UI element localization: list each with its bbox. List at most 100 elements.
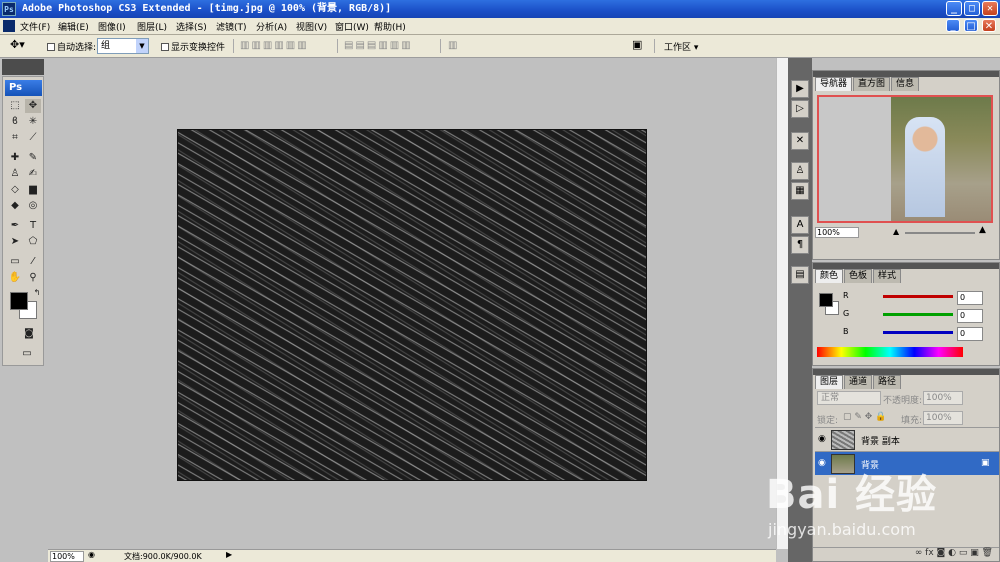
tab-styles[interactable]: 样式 [873, 269, 902, 283]
status-bar: 100% ◉ 文档:900.0K/900.0K ▶ [48, 549, 776, 562]
type-tool-icon[interactable]: T [25, 219, 41, 233]
layer-comps-icon[interactable]: ▤ [791, 266, 809, 284]
doc-minimize-button[interactable]: _ [946, 19, 960, 32]
tab-layers[interactable]: 图层 [815, 375, 844, 389]
auto-select-dropdown[interactable]: 组 ▼ [97, 38, 149, 54]
hand-tool-icon[interactable]: ✋ [7, 271, 23, 285]
tab-swatches[interactable]: 色板 [844, 269, 873, 283]
brushes-icon[interactable]: ▦ [791, 182, 809, 200]
blur-tool-icon[interactable]: ◆ [7, 199, 23, 213]
eraser-tool-icon[interactable]: ◇ [7, 183, 23, 197]
navigator-panel: 导航器 直方图 信息 100% ▲ ▲ [812, 70, 1000, 260]
opacity-label: 不透明度: [883, 396, 923, 406]
close-button[interactable]: ✕ [982, 1, 998, 16]
paragraph-icon[interactable]: ¶ [791, 236, 809, 254]
menu-view[interactable]: 视图(V) [296, 20, 327, 33]
marquee-tool-icon[interactable]: ⬚ [7, 99, 23, 113]
shape-tool-icon[interactable]: ⬠ [25, 235, 41, 249]
pen-tool-icon[interactable]: ✒ [7, 219, 23, 233]
menu-window[interactable]: 窗口(W) [335, 20, 369, 33]
channel-r-label: R [843, 291, 849, 300]
tab-color[interactable]: 颜色 [815, 269, 844, 283]
zoom-tool-icon[interactable]: ⚲ [25, 271, 41, 285]
tab-paths[interactable]: 路径 [873, 375, 902, 389]
tab-navigator[interactable]: 导航器 [815, 77, 853, 91]
magic-wand-icon[interactable]: ✳ [25, 115, 41, 129]
zoom-in-icon[interactable]: ▲ [979, 225, 986, 235]
color-fg-swatch[interactable] [819, 293, 833, 307]
lasso-tool-icon[interactable]: ϐ [7, 115, 23, 129]
document-size: 文档:900.0K/900.0K [124, 552, 202, 561]
actions-icon[interactable]: ▶ [791, 80, 809, 98]
menu-select[interactable]: 选择(S) [176, 20, 207, 33]
foreground-color-swatch[interactable] [10, 292, 28, 310]
maximize-button[interactable]: □ [964, 1, 980, 16]
zoom-slider[interactable] [905, 232, 975, 234]
lock-icons[interactable]: ▢ ✎ ✥ 🔒 [843, 412, 886, 422]
menu-analysis[interactable]: 分析(A) [256, 20, 287, 33]
minimize-button[interactable]: _ [946, 1, 962, 16]
menu-file[interactable]: 文件(F) [20, 20, 50, 33]
zoom-out-icon[interactable]: ▲ [893, 227, 899, 236]
navigator-preview[interactable] [817, 95, 993, 223]
quick-mask-icon[interactable]: ◙ [21, 327, 37, 341]
navigator-zoom-field[interactable]: 100% [815, 227, 859, 238]
status-menu-icon[interactable]: ◉ [88, 550, 95, 559]
channel-g-input[interactable]: 0 [957, 309, 983, 323]
menu-help[interactable]: 帮助(H) [374, 20, 406, 33]
opacity-field[interactable]: 100% [923, 391, 963, 405]
doc-close-button[interactable]: ✕ [982, 19, 996, 32]
slice-tool-icon[interactable]: ⟋ [25, 131, 41, 145]
tab-info[interactable]: 信息 [891, 77, 920, 91]
distribute-buttons-icon[interactable]: ▤▤▤▥▥▥ [344, 40, 413, 51]
move-tool-preset-icon[interactable]: ✥▾ [10, 38, 25, 51]
fill-label: 填充: [901, 416, 923, 426]
toolbox-header[interactable] [2, 59, 44, 75]
clone-source-icon[interactable]: ♙ [791, 162, 809, 180]
tool-presets-icon[interactable]: ✕ [791, 132, 809, 150]
channel-g-slider[interactable] [883, 313, 953, 316]
auto-align-icon[interactable]: ▥ [448, 40, 459, 51]
workspace-button[interactable]: 工作区 ▾ [664, 40, 698, 53]
menu-edit[interactable]: 编辑(E) [58, 20, 89, 33]
channel-r-slider[interactable] [883, 295, 953, 298]
align-buttons-icon[interactable]: ▥▥▥▥▥▥ [240, 40, 309, 51]
channel-b-row: B 0 [843, 327, 983, 341]
auto-select-checkbox[interactable]: 自动选择: [47, 40, 96, 53]
gradient-tool-icon[interactable]: ▆ [25, 183, 41, 197]
zoom-level-field[interactable]: 100% [50, 551, 84, 562]
show-transform-checkbox[interactable]: 显示变换控件 [161, 40, 225, 53]
brush-tool-icon[interactable]: ✎ [25, 151, 41, 165]
screen-mode-icon[interactable]: ▭ [17, 347, 37, 361]
path-select-icon[interactable]: ➤ [7, 235, 23, 249]
crop-tool-icon[interactable]: ⌗ [7, 131, 23, 145]
file-browser-icon[interactable]: ▣ [632, 38, 642, 51]
healing-brush-icon[interactable]: ✚ [7, 151, 23, 165]
menu-filter[interactable]: 滤镜(T) [216, 20, 247, 33]
menu-layer[interactable]: 图层(L) [137, 20, 167, 33]
blend-mode-dropdown[interactable]: 正常 [817, 391, 881, 405]
swap-colors-icon[interactable]: ↰ [29, 286, 45, 300]
color-spectrum[interactable] [817, 347, 963, 357]
tab-channels[interactable]: 通道 [844, 375, 873, 389]
channel-r-input[interactable]: 0 [957, 291, 983, 305]
notes-tool-icon[interactable]: ▭ [7, 255, 23, 269]
channel-b-input[interactable]: 0 [957, 327, 983, 341]
doc-restore-button[interactable]: □ [964, 19, 978, 32]
play-icon[interactable]: ▷ [791, 100, 809, 118]
layer-row[interactable]: ◉ 背景 副本 [815, 427, 999, 451]
menu-image[interactable]: 图像(I) [98, 20, 126, 33]
channel-b-slider[interactable] [883, 331, 953, 334]
status-arrow-icon[interactable]: ▶ [226, 550, 232, 559]
fill-field[interactable]: 100% [923, 411, 963, 425]
character-icon[interactable]: A [791, 216, 809, 234]
eye-icon[interactable]: ◉ [818, 434, 826, 444]
eyedropper-icon[interactable]: ⁄ [25, 255, 41, 269]
clone-stamp-icon[interactable]: ♙ [7, 167, 23, 181]
document-icon[interactable] [3, 20, 15, 32]
history-brush-icon[interactable]: ✍ [25, 167, 41, 181]
document-image[interactable] [177, 129, 647, 481]
move-tool-icon[interactable]: ✥ [25, 99, 41, 113]
tab-histogram[interactable]: 直方图 [853, 77, 891, 91]
dodge-tool-icon[interactable]: ◎ [25, 199, 41, 213]
